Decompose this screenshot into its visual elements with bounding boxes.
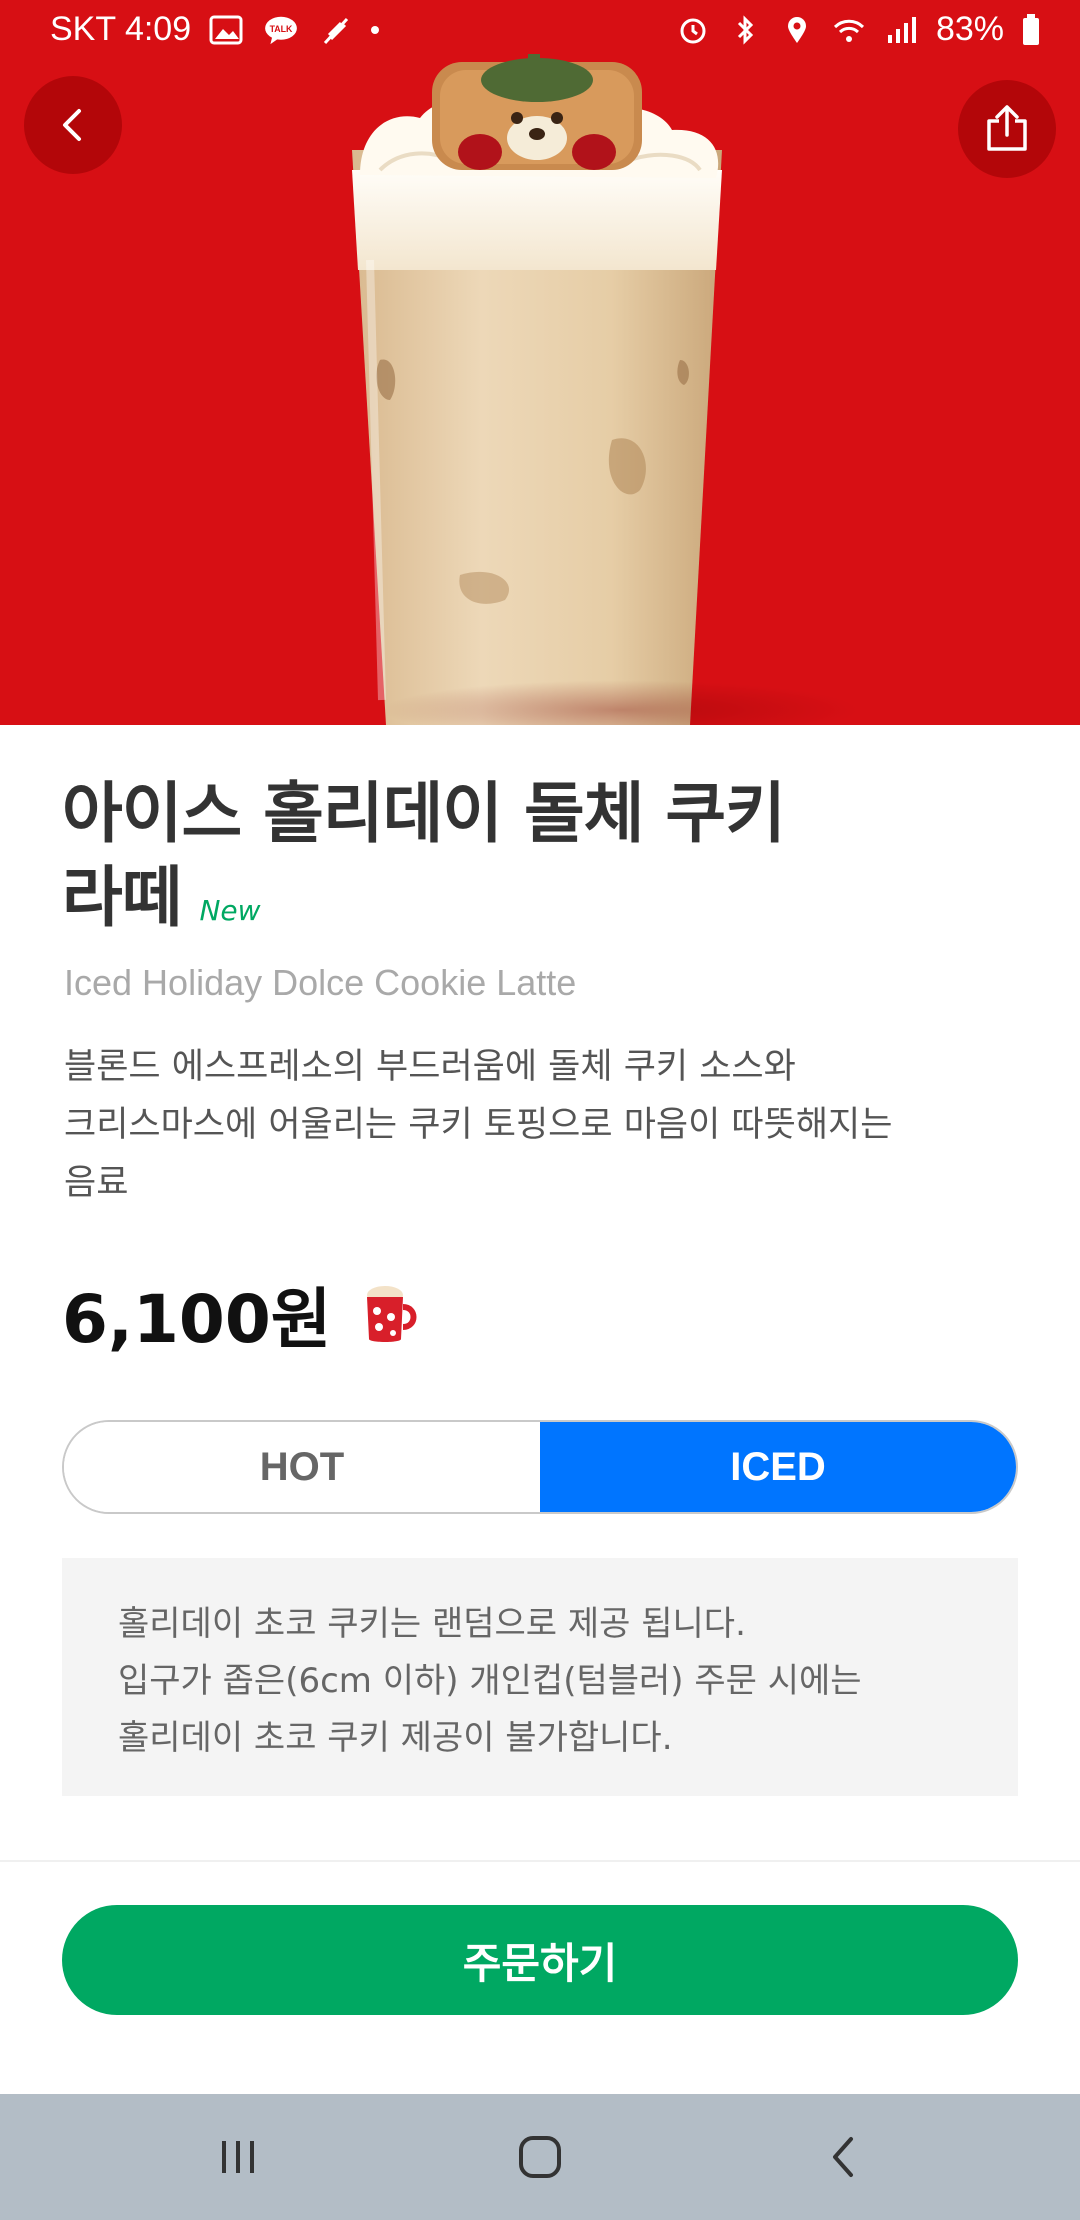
temperature-toggle: HOT ICED (62, 1420, 1018, 1514)
back-icon (63, 109, 81, 141)
notice-line: 홀리데이 초코 쿠키는 랜덤으로 제공 됩니다. (118, 1604, 746, 1644)
talk-badge-text: TALK (270, 23, 293, 33)
carrier-time: SKT 4:09 (50, 10, 192, 48)
alarm-icon (680, 18, 706, 43)
wifi-icon (833, 19, 864, 42)
home-icon (519, 2136, 561, 2178)
notice-line: 홀리데이 초코 쿠키 제공이 불가합니다. (118, 1718, 673, 1758)
recents-icon (222, 2141, 254, 2173)
notice-line: 입구가 좁은(6cm 이하) 개인컵(텀블러) 주문 시에는 (118, 1661, 862, 1701)
iced-option[interactable]: ICED (540, 1422, 1016, 1512)
location-icon (787, 16, 806, 43)
status-bar: SKT 4:09 TALK 83% (0, 0, 1080, 64)
description-line: 블론드 에스프레소의 부드러움에 돌체 쿠키 소스와 (64, 1047, 796, 1087)
mug-icon (367, 1286, 417, 1342)
signal-icon (887, 16, 916, 43)
product-english-name: Iced Holiday Dolce Cookie Latte (64, 962, 577, 1003)
battery-icon (1023, 13, 1039, 45)
feather-icon (324, 17, 349, 44)
product-title-line2-row: 라떼 New (62, 856, 922, 953)
price-row: 6,100원 (62, 1266, 419, 1362)
description-line: 음료 (64, 1163, 129, 1203)
price: 6,100원 (62, 1281, 332, 1358)
talk-icon: TALK (265, 16, 298, 44)
share-button[interactable] (958, 80, 1056, 178)
nav-back-icon (833, 2137, 853, 2177)
back-button[interactable] (24, 76, 122, 174)
order-button[interactable]: 주문하기 (62, 1905, 1018, 2015)
hot-option[interactable]: HOT (64, 1422, 540, 1512)
product-title: 아이스 홀리데이 돌체 쿠키 라떼 New (62, 772, 922, 953)
product-title-line2: 라떼 (62, 859, 182, 936)
bluetooth-icon (737, 14, 754, 45)
product-description: 블론드 에스프레소의 부드러움에 돌체 쿠키 소스와 크리스마스에 어울리는 쿠… (64, 1038, 1024, 1212)
new-badge: New (199, 894, 261, 927)
product-hero-image (0, 0, 1080, 725)
notice-box: 홀리데이 초코 쿠키는 랜덤으로 제공 됩니다. 입구가 좁은(6cm 이하) … (62, 1558, 1018, 1796)
gallery-icon (209, 15, 243, 44)
home-button[interactable] (505, 2124, 575, 2190)
hero-shadow (380, 680, 860, 725)
battery-percent: 83% (935, 10, 1004, 48)
recents-button[interactable] (203, 2124, 273, 2190)
drink-image (352, 54, 722, 725)
share-icon (987, 105, 1027, 151)
description-line: 크리스마스에 어울리는 쿠키 토핑으로 마음이 따뜻해지는 (64, 1105, 893, 1145)
divider (0, 1860, 1080, 1862)
nav-back-button[interactable] (808, 2124, 878, 2190)
product-title-line1: 아이스 홀리데이 돌체 쿠키 (62, 775, 786, 852)
notification-dot (371, 25, 380, 34)
system-nav-bar (0, 2094, 1080, 2220)
